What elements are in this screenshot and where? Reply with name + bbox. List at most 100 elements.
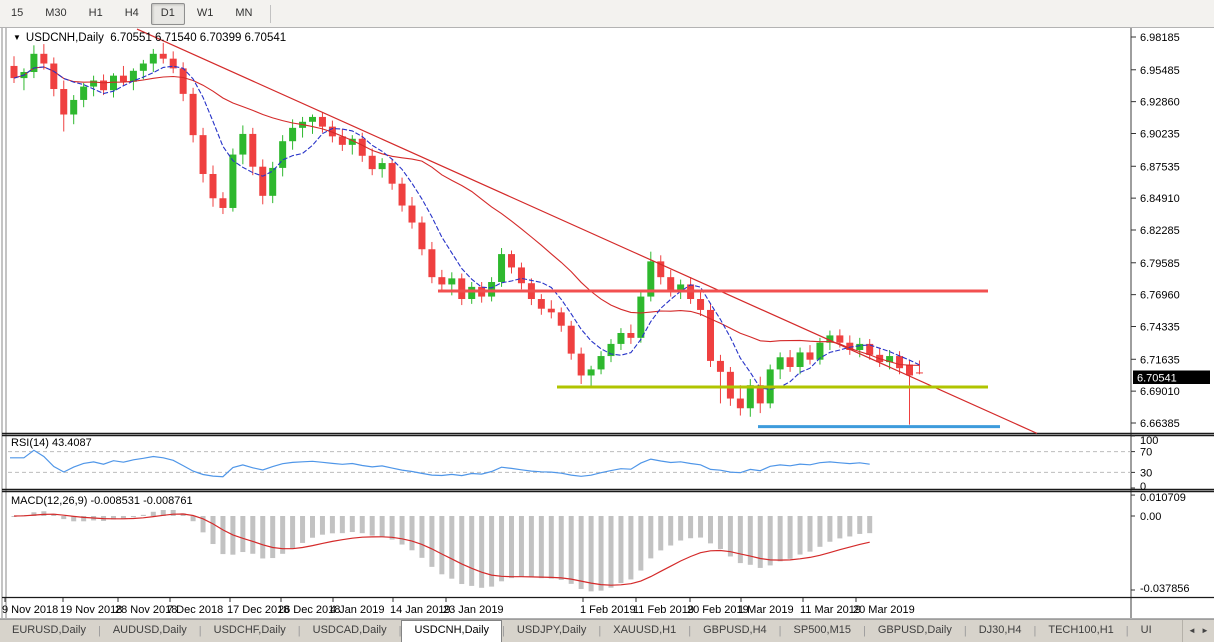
- macd-bar: [300, 516, 305, 543]
- macd-bar: [618, 516, 623, 583]
- tab-usdchf-daily[interactable]: USDCHF,Daily: [202, 620, 298, 642]
- candle-body: [219, 198, 226, 208]
- macd-bar: [758, 516, 763, 568]
- macd-bar: [837, 516, 842, 538]
- candle-body: [70, 100, 77, 115]
- macd-bar: [718, 516, 723, 549]
- candle-body: [289, 128, 296, 141]
- macd-bar: [41, 511, 46, 516]
- candle-body: [797, 352, 804, 367]
- symbol-dropdown-icon[interactable]: ▼: [13, 33, 21, 42]
- tab-gbpusd-daily[interactable]: GBPUSD,Daily: [866, 620, 964, 642]
- macd-bar: [698, 516, 703, 538]
- tab-usdjpy-daily[interactable]: USDJPY,Daily: [505, 620, 599, 642]
- date-label: 7 Dec 2018: [167, 604, 223, 616]
- candle-body: [379, 163, 386, 169]
- tab-scroll-right-icon[interactable]: ►: [1199, 623, 1211, 639]
- macd-bar: [310, 516, 315, 538]
- price-axis-label: 6.95485: [1140, 65, 1180, 77]
- candle-body: [667, 277, 674, 290]
- macd-bar: [788, 516, 793, 559]
- candle-body: [309, 117, 316, 122]
- candle-body: [100, 81, 107, 91]
- date-label: 14 Jan 2019: [390, 604, 451, 616]
- price-tag-value: 6.70541: [1137, 373, 1177, 385]
- tab-eurusd-daily[interactable]: EURUSD,Daily: [0, 620, 98, 642]
- tab-xauusd-h1[interactable]: XAUUSD,H1: [601, 620, 688, 642]
- candle-body: [120, 76, 127, 82]
- tab-tech100-h1[interactable]: TECH100,H1: [1036, 620, 1125, 642]
- candle-body: [229, 155, 236, 208]
- tab-audusd-daily[interactable]: AUDUSD,Daily: [101, 620, 199, 642]
- current-price-tag: 6.70541: [1133, 371, 1210, 385]
- candle-body: [399, 184, 406, 206]
- candle-body: [60, 89, 67, 114]
- macd-bar: [569, 516, 574, 584]
- price-axis: 6.981856.954856.928606.902356.875356.849…: [1131, 32, 1180, 430]
- candle-body: [359, 139, 366, 156]
- descending-trendline[interactable]: [137, 29, 1037, 433]
- chart-title-ohlc: 6.70551 6.71540 6.70399 6.70541: [110, 32, 286, 44]
- macd-bar: [131, 516, 136, 517]
- macd-bar: [211, 516, 216, 544]
- macd-bar: [808, 516, 813, 552]
- candle-body: [249, 134, 256, 167]
- price-axis-label: 6.66385: [1140, 418, 1180, 430]
- candle-body: [588, 369, 595, 375]
- candle-body: [180, 68, 187, 93]
- date-label: 11 Mar 2019: [800, 604, 861, 616]
- candle-body: [50, 64, 57, 89]
- candle-body: [747, 385, 754, 408]
- macd-bar: [171, 510, 176, 516]
- tab-usdcad-daily[interactable]: USDCAD,Daily: [301, 620, 399, 642]
- macd-bar: [728, 516, 733, 556]
- macd-bar: [817, 516, 822, 547]
- slow-ma-line[interactable]: [14, 67, 919, 365]
- chart-canvas[interactable]: 6.981856.954856.928606.902356.875356.849…: [0, 0, 1214, 642]
- macd-bar: [350, 516, 355, 532]
- tab-gbpusd-h4[interactable]: GBPUSD,H4: [691, 620, 779, 642]
- candle-body: [717, 361, 724, 372]
- macd-bar: [250, 516, 255, 554]
- candle-body: [617, 333, 624, 344]
- price-axis-label: 6.92860: [1140, 97, 1180, 109]
- candle-body: [727, 372, 734, 399]
- macd-bar: [738, 516, 743, 563]
- macd-bar: [141, 515, 146, 516]
- macd-bar: [748, 516, 753, 565]
- macd-bar: [628, 516, 633, 579]
- rsi-line: [10, 450, 870, 476]
- tab-usdcnh-daily[interactable]: USDCNH,Daily: [401, 620, 502, 642]
- tab-sp500-m15[interactable]: SP500,M15: [782, 620, 863, 642]
- candle-body: [259, 167, 266, 196]
- macd-bar: [489, 516, 494, 587]
- tab-ui[interactable]: UI: [1129, 620, 1152, 642]
- macd-bar: [260, 516, 265, 558]
- macd-bar: [539, 516, 544, 578]
- candle-body: [389, 163, 396, 184]
- macd-bar: [549, 516, 554, 579]
- macd-bar: [419, 516, 424, 558]
- candle-body: [40, 54, 47, 64]
- candle-body: [807, 352, 814, 359]
- macd-bar: [459, 516, 464, 584]
- date-label: 11 Feb 2019: [633, 604, 694, 616]
- macd-bar: [410, 516, 415, 550]
- macd-bar: [330, 516, 335, 533]
- tab-dj30-h4[interactable]: DJ30,H4: [967, 620, 1034, 642]
- macd-bar: [579, 516, 584, 589]
- candle-body: [319, 117, 326, 127]
- macd-bar: [340, 516, 345, 533]
- macd-bar: [798, 516, 803, 555]
- price-axis-label: 6.90235: [1140, 129, 1180, 141]
- macd-bar: [559, 516, 564, 580]
- candle-body: [598, 356, 605, 369]
- tab-scroll-left-icon[interactable]: ◄: [1186, 623, 1198, 639]
- macd-bar: [469, 516, 474, 586]
- candle-body: [787, 357, 794, 367]
- date-label: 20 Mar 2019: [853, 604, 915, 616]
- macd-bar: [429, 516, 434, 567]
- candle-body: [279, 141, 286, 168]
- macd-bar: [240, 516, 245, 552]
- candle-body: [448, 278, 455, 284]
